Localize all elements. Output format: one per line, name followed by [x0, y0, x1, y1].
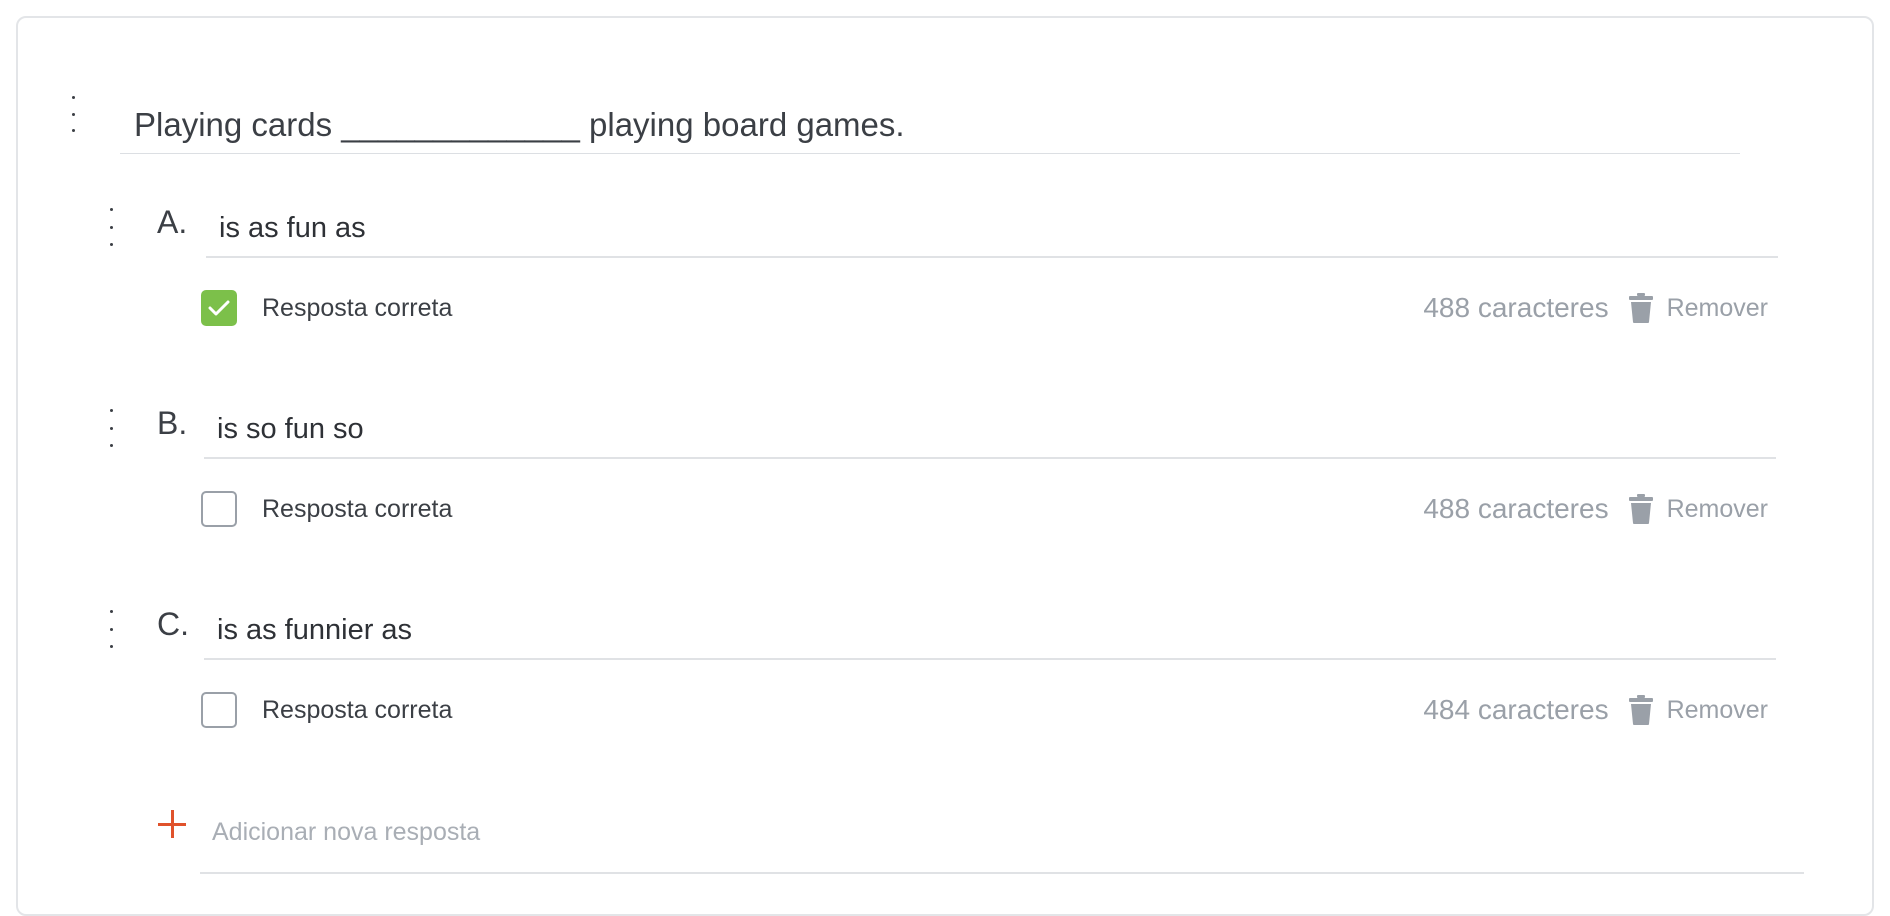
answer-text-field[interactable]: is as fun as [206, 206, 1778, 258]
answer-meta: 488 caracteres Remover [1423, 491, 1768, 527]
correct-answer-label: Resposta correta [262, 293, 453, 322]
character-count: 488 caracteres [1423, 292, 1609, 323]
answer-text-field[interactable]: is as funnier as [204, 608, 1776, 660]
remove-answer-label: Remover [1666, 695, 1768, 724]
answer-letter: A. [157, 204, 188, 240]
add-answer-row[interactable]: Adicionar nova resposta [158, 808, 1804, 874]
correct-answer-checkbox[interactable] [201, 491, 237, 527]
remove-answer-button[interactable]: Remover [1628, 494, 1768, 524]
plus-icon[interactable] [158, 810, 186, 838]
trash-icon [1628, 293, 1653, 323]
answer-letter: C. [157, 606, 189, 642]
remove-answer-label: Remover [1666, 293, 1768, 322]
correct-answer-label: Resposta correta [262, 695, 453, 724]
answer-text-field[interactable]: is so fun so [204, 407, 1776, 459]
correct-answer-toggle[interactable]: Resposta correta [201, 491, 452, 527]
character-count: 488 caracteres [1423, 493, 1609, 524]
answer-meta: 488 caracteres Remover [1423, 290, 1768, 326]
answer-item: B. is so fun so Resposta correta 488 car… [18, 405, 1876, 585]
question-card: Playing cards _____________ playing boar… [16, 16, 1874, 916]
correct-answer-toggle[interactable]: Resposta correta [201, 290, 452, 326]
remove-answer-label: Remover [1666, 494, 1768, 523]
correct-answer-checkbox[interactable] [201, 290, 237, 326]
correct-answer-toggle[interactable]: Resposta correta [201, 692, 452, 728]
add-answer-input[interactable]: Adicionar nova resposta [212, 818, 480, 847]
answer-item: C. is as funnier as Resposta correta 484… [18, 606, 1876, 786]
correct-answer-checkbox[interactable] [201, 692, 237, 728]
question-drag-handle-icon[interactable] [66, 96, 80, 132]
answer-drag-handle-icon[interactable] [104, 409, 118, 447]
answer-drag-handle-icon[interactable] [104, 208, 118, 246]
answer-meta: 484 caracteres Remover [1423, 692, 1768, 728]
character-count: 484 caracteres [1423, 694, 1609, 725]
answer-item: A. is as fun as Resposta correta 488 car… [18, 204, 1876, 384]
correct-answer-label: Resposta correta [262, 494, 453, 523]
remove-answer-button[interactable]: Remover [1628, 695, 1768, 725]
checkmark-icon [208, 300, 230, 316]
answer-drag-handle-icon[interactable] [104, 610, 118, 648]
trash-icon [1628, 695, 1653, 725]
trash-icon [1628, 494, 1653, 524]
answer-letter: B. [157, 405, 188, 441]
question-text-field[interactable]: Playing cards _____________ playing boar… [120, 98, 1740, 154]
remove-answer-button[interactable]: Remover [1628, 293, 1768, 323]
